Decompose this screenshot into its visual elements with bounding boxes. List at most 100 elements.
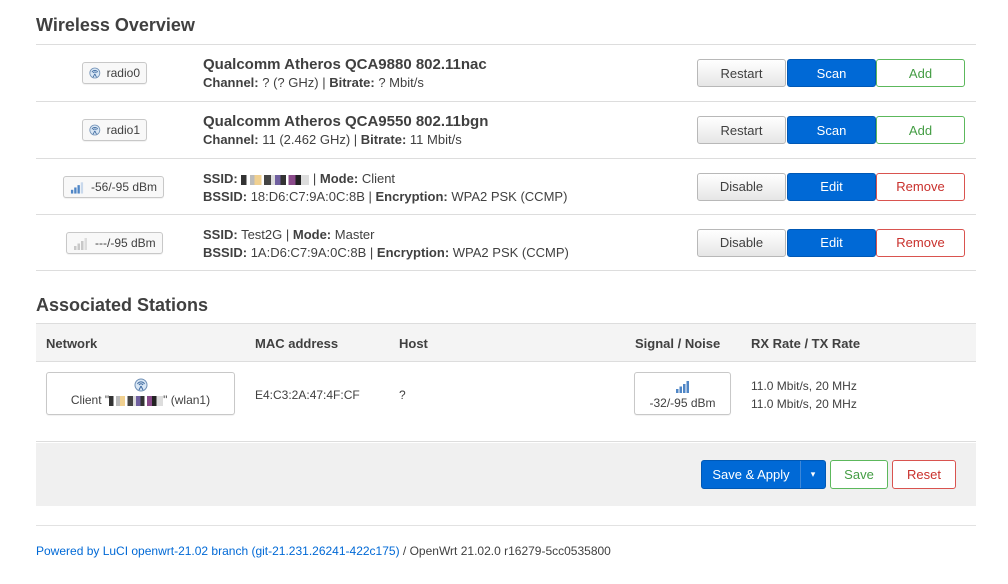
encryption-label: Encryption: <box>376 245 450 260</box>
encryption-value: WPA2 PSK (CCMP) <box>452 245 569 260</box>
chevron-down-icon[interactable]: ▾ <box>801 461 825 488</box>
radio-info: Qualcomm Atheros QCA9550 802.11bgn Chann… <box>203 113 488 149</box>
ssid-line: SSID: Test2G | Mode: Master <box>203 227 375 242</box>
remove-button[interactable]: Remove <box>876 228 965 257</box>
bssid-line: BSSID: 1A:D6:C7:9A:0C:8B | Encryption: W… <box>203 245 569 260</box>
column-header-rate: RX Rate / TX Rate <box>751 336 861 351</box>
footer: Powered by LuCI openwrt-21.02 branch (gi… <box>36 544 611 558</box>
encryption-value: WPA2 PSK (CCMP) <box>451 189 568 204</box>
bssid-label: BSSID: <box>203 189 248 204</box>
wireless-row-radio1: radio1 Qualcomm Atheros QCA9550 802.11bg… <box>36 102 976 159</box>
radio-device-title: Qualcomm Atheros QCA9550 802.11bgn <box>203 113 489 130</box>
channel-label: Channel: <box>203 75 259 90</box>
signal-badge-label: ---/-95 dBm <box>95 235 156 250</box>
ssid-label: SSID: <box>203 227 238 242</box>
ssid-value: Test2G <box>241 227 283 242</box>
bitrate-label: Bitrate: <box>360 132 407 147</box>
column-header-host: Host <box>399 336 428 351</box>
signal-badge-label: -56/-95 dBm <box>90 179 157 194</box>
tx-rate: 11.0 Mbit/s, 20 MHz <box>751 397 857 411</box>
scan-button[interactable]: Scan <box>787 116 876 144</box>
restart-button[interactable]: Restart <box>697 116 786 144</box>
add-button[interactable]: Add <box>876 116 965 144</box>
bitrate-value: ? Mbit/s <box>378 75 424 90</box>
page-actions: Save & Apply ▾ Save Reset <box>36 443 976 506</box>
save-apply-button-group: Save & Apply ▾ <box>701 460 826 489</box>
host: ? <box>399 388 406 402</box>
radio-info: Qualcomm Atheros QCA9880 802.11nac Chann… <box>203 56 487 92</box>
rx-rate: 11.0 Mbit/s, 20 MHz <box>751 379 857 393</box>
save-apply-button[interactable]: Save & Apply <box>702 461 801 488</box>
column-header-signal: Signal / Noise <box>635 336 721 351</box>
channel-value: ? (? GHz) <box>262 75 319 90</box>
associated-stations-table: Network MAC address Host Signal / Noise … <box>36 323 976 442</box>
mode-value: Client <box>361 171 396 186</box>
bitrate-value: 11 Mbit/s <box>409 132 462 147</box>
wifi-radio-icon <box>134 378 147 392</box>
ssid-line: SSID: | Mode: Client <box>203 171 396 186</box>
radio-channel-line: Channel: ? (? GHz) | Bitrate: ? Mbit/s <box>203 75 424 90</box>
add-button[interactable]: Add <box>876 59 965 87</box>
wireless-row-client: -56/-95 dBm SSID: | Mode: Client BSSID: … <box>36 159 976 215</box>
radio-badge: radio0 <box>82 62 147 84</box>
rate-cell: 11.0 Mbit/s, 20 MHz 11.0 Mbit/s, 20 MHz <box>751 377 857 413</box>
signal-badge: -56/-95 dBm <box>63 175 164 198</box>
wireless-row-radio0: radio0 Qualcomm Atheros QCA9880 802.11na… <box>36 45 976 102</box>
reset-button[interactable]: Reset <box>892 460 956 489</box>
bitrate-label: Bitrate: <box>329 75 375 90</box>
mode-label: Mode: <box>292 227 332 242</box>
channel-value: 11 (2.462 GHz) <box>262 132 351 147</box>
luci-link[interactable]: Powered by LuCI openwrt-21.02 branch (gi… <box>36 544 400 558</box>
scan-button[interactable]: Scan <box>787 59 876 87</box>
page: Wireless Overview radio0 Qualcomm Athero… <box>0 0 1008 584</box>
footer-separator: / <box>399 544 410 558</box>
column-header-network: Network <box>46 336 98 351</box>
restart-button[interactable]: Restart <box>697 59 786 87</box>
disable-button[interactable]: Disable <box>697 172 786 201</box>
radio-badge: radio1 <box>82 119 147 141</box>
signal-strength-icon <box>70 181 84 194</box>
mode-value: Master <box>334 227 375 242</box>
signal-noise-badge: -32/-95 dBm <box>634 372 731 415</box>
mac-address: E4:C3:2A:47:4F:CF <box>255 388 360 402</box>
radio-device-title: Qualcomm Atheros QCA9880 802.11nac <box>203 56 487 73</box>
radio-badge-label: radio0 <box>106 66 140 80</box>
network-suffix: " (wlan1) <box>163 393 211 407</box>
radio-channel-line: Channel: 11 (2.462 GHz) | Bitrate: 11 Mb… <box>203 132 462 147</box>
signal-noise-value: -32/-95 dBm <box>649 396 716 410</box>
footer-divider <box>36 525 976 526</box>
network-info: SSID: | Mode: Client BSSID: 18:D6:C7:9A:… <box>203 170 567 206</box>
disable-button[interactable]: Disable <box>697 228 786 257</box>
ssid-redacted <box>241 174 310 185</box>
bssid-label: BSSID: <box>203 245 248 260</box>
remove-button[interactable]: Remove <box>876 172 965 201</box>
associated-stations-heading: Associated Stations <box>36 295 209 315</box>
network-badge: Client " " (wlan1) <box>46 372 235 415</box>
radio-badge-label: radio1 <box>106 123 140 137</box>
wireless-overview-heading: Wireless Overview <box>36 15 195 35</box>
openwrt-version: OpenWrt 21.02.0 r16279-5cc0535800 <box>409 544 611 558</box>
wireless-row-master: ---/-95 dBm SSID: Test2G | Mode: Master … <box>36 215 976 271</box>
save-button[interactable]: Save <box>830 460 888 489</box>
bssid-value: 18:D6:C7:9A:0C:8B <box>250 189 365 204</box>
wifi-radio-icon <box>89 67 101 79</box>
ssid-label: SSID: <box>203 171 238 186</box>
edit-button[interactable]: Edit <box>787 228 876 257</box>
channel-label: Channel: <box>203 132 259 147</box>
edit-button[interactable]: Edit <box>787 172 876 201</box>
column-header-mac: MAC address <box>255 336 339 351</box>
signal-strength-icon <box>675 381 689 393</box>
signal-none-icon <box>74 237 87 250</box>
bssid-line: BSSID: 18:D6:C7:9A:0C:8B | Encryption: W… <box>203 189 568 204</box>
bssid-value: 1A:D6:C7:9A:0C:8B <box>250 245 367 260</box>
network-prefix: Client " <box>70 393 110 407</box>
wifi-radio-icon <box>89 124 101 136</box>
ssid-redacted <box>109 395 164 406</box>
encryption-label: Encryption: <box>375 189 448 204</box>
network-info: SSID: Test2G | Mode: Master BSSID: 1A:D6… <box>203 226 569 262</box>
table-header: Network MAC address Host Signal / Noise … <box>36 323 976 362</box>
signal-badge: ---/-95 dBm <box>66 231 163 254</box>
wireless-table: radio0 Qualcomm Atheros QCA9880 802.11na… <box>36 44 976 271</box>
table-row: Client " " (wlan1) E4:C3:2A:47:4F:CF ? -3… <box>36 362 976 442</box>
mode-label: Mode: <box>319 171 359 186</box>
